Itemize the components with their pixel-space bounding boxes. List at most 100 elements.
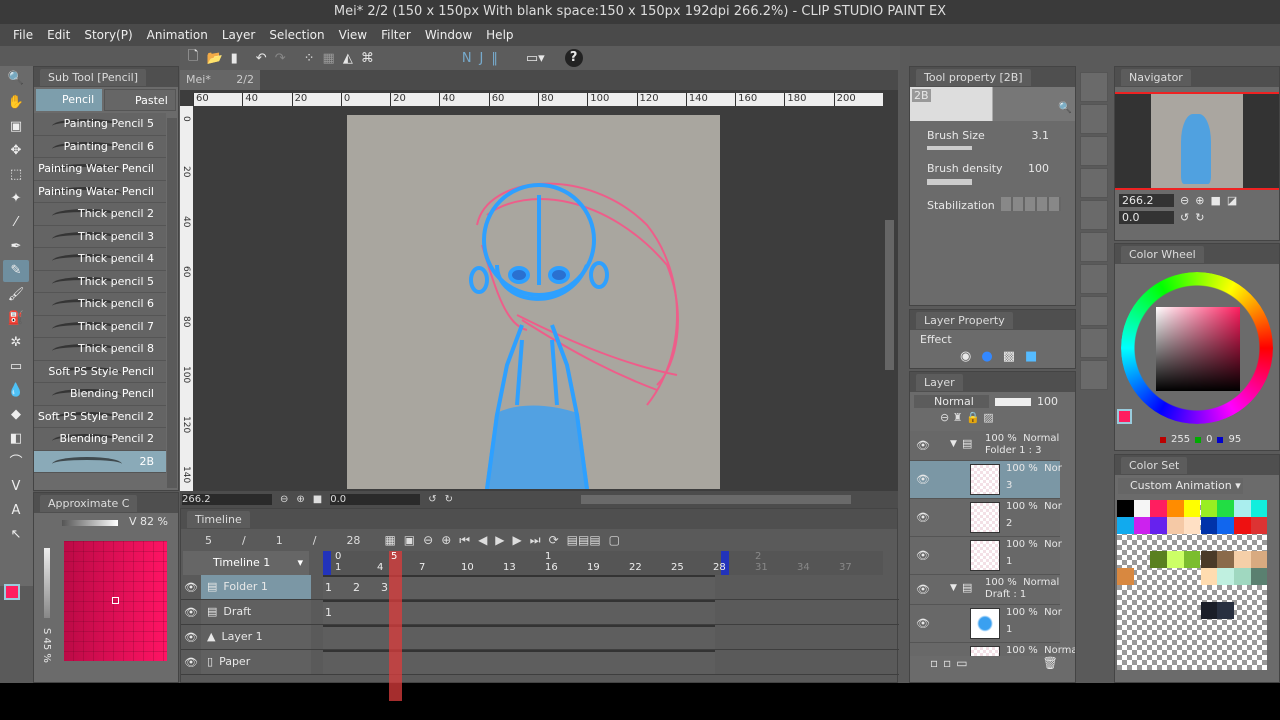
color-swatch[interactable]	[1167, 500, 1184, 517]
text-icon[interactable]: A	[3, 500, 29, 522]
color-icon[interactable]	[1080, 136, 1108, 166]
light-table-icon[interactable]: ▢	[609, 533, 620, 548]
color-swatch[interactable]	[1233, 568, 1251, 585]
selection-icon[interactable]: ⬚	[3, 164, 29, 186]
subtool-item[interactable]: Painting Pencil 6	[34, 135, 166, 158]
tool-property-icon[interactable]	[1080, 72, 1108, 102]
eye-icon[interactable]: 👁	[916, 617, 930, 630]
subtool-item[interactable]: Soft PS Style Pencil 2	[34, 405, 166, 428]
layer-row[interactable]: 👁 100 % Nor 1	[910, 605, 1062, 643]
cel-label[interactable]: 1	[325, 606, 332, 619]
color-swatch[interactable]	[1133, 517, 1151, 534]
saturation-slider[interactable]	[44, 548, 50, 618]
prev-frame-icon[interactable]: ◀	[478, 533, 487, 548]
eye-icon[interactable]: 👁	[181, 656, 201, 669]
layer-folder-row[interactable]: 👁 ▼ ▤ 100 % Normal Folder 1 : 3	[910, 431, 1060, 461]
crop-icon[interactable]: ▦	[323, 51, 335, 66]
subtool-item[interactable]: Blending Pencil	[34, 383, 166, 406]
subtool-scrollbar[interactable]	[167, 118, 177, 488]
new-raster-layer-icon[interactable]: ▫	[930, 656, 943, 670]
brush-density-slider[interactable]	[927, 179, 972, 185]
zoom-icon[interactable]: 🔍	[3, 68, 29, 90]
figure-icon[interactable]: ⌒	[3, 452, 29, 474]
main-color-swatch[interactable]	[4, 584, 20, 600]
menu-animation[interactable]: Animation	[140, 24, 215, 46]
color-swatch[interactable]	[1117, 500, 1134, 517]
color-swatch[interactable]	[1250, 517, 1268, 534]
color-swatch[interactable]	[1150, 551, 1168, 568]
new-folder-icon[interactable]: ▭	[956, 656, 972, 670]
navigator-angle-field[interactable]: 0.0	[1119, 211, 1174, 224]
eye-icon[interactable]: 👁	[916, 439, 930, 452]
save-icon[interactable]: ▮	[231, 51, 238, 66]
color-swatch[interactable]	[1217, 551, 1234, 568]
layer-color-icon[interactable]: ■	[1025, 349, 1037, 364]
move-layer-icon[interactable]: ✥	[3, 140, 29, 162]
canvas-angle-field[interactable]: 0.0	[330, 494, 421, 505]
nav-rotate-left-icon[interactable]: ↺	[1180, 211, 1189, 224]
start-frame-field[interactable]: 1	[276, 534, 283, 547]
airbrush-icon[interactable]: ⛽	[3, 308, 29, 330]
subtool-item[interactable]: Painting Water Pencil	[34, 158, 166, 181]
menu-storyp[interactable]: Story(P)	[77, 24, 139, 46]
color-swatch[interactable]	[1150, 500, 1168, 517]
wheel-main-color[interactable]	[1117, 409, 1132, 424]
nav-rotate-right-icon[interactable]: ↻	[1195, 211, 1204, 224]
rotate-right-icon[interactable]: ↻	[445, 494, 453, 505]
layer-folder-row[interactable]: 👁 ▼ ▤ 100 % Normal Draft : 1	[910, 575, 1060, 605]
vector-icon[interactable]: V	[3, 476, 29, 498]
flip-icon[interactable]: ◪	[1227, 194, 1237, 207]
canvas-hscrollbar[interactable]	[581, 495, 852, 504]
rotate-left-icon[interactable]: ↺	[428, 494, 436, 505]
color-swatch[interactable]	[1217, 517, 1234, 534]
menu-filter[interactable]: Filter	[374, 24, 418, 46]
timeline-select[interactable]: Timeline 1 ▾	[183, 551, 309, 575]
delete-layer-icon[interactable]: 🗑	[1043, 656, 1063, 670]
eye-icon[interactable]: 👁	[916, 583, 930, 596]
menu-file[interactable]: File	[6, 24, 40, 46]
color-swatch[interactable]	[1133, 500, 1151, 517]
canvas-page[interactable]	[347, 115, 720, 489]
color-swatch[interactable]	[1233, 500, 1251, 517]
subtool-item[interactable]: Thick pencil 3	[34, 225, 166, 248]
hand-icon[interactable]: ✋	[3, 92, 29, 114]
tab-pastel[interactable]: Pastel	[104, 89, 176, 111]
timeline-track[interactable]: 👁 ▤ Draft 1	[181, 600, 899, 625]
eye-icon[interactable]: 👁	[916, 511, 930, 524]
current-frame-field[interactable]: 5	[205, 534, 212, 547]
clear-selection-icon[interactable]: ⁘	[304, 51, 315, 66]
color-swatch[interactable]	[1167, 551, 1184, 568]
subtool-item[interactable]: Thick pencil 5	[34, 270, 166, 293]
subtool-item[interactable]: Thick pencil 6	[34, 293, 166, 316]
decoration-icon[interactable]: ✲	[3, 332, 29, 354]
first-frame-icon[interactable]: ⏮	[459, 533, 470, 548]
saturation-value-square[interactable]	[1156, 307, 1240, 391]
playhead[interactable]	[389, 551, 402, 701]
color-swatch[interactable]	[1200, 517, 1218, 534]
timeline-track[interactable]: 👁 ▤ Folder 1 1 2 3	[181, 575, 899, 600]
play-icon[interactable]: ▶	[495, 533, 504, 548]
new-icon[interactable]: 🗋	[188, 47, 198, 69]
eye-icon[interactable]: 👁	[916, 549, 930, 562]
new-animation-folder-icon[interactable]: ▦	[384, 533, 395, 548]
color-swatch[interactable]	[1250, 551, 1268, 568]
subtool-item[interactable]: 2B	[34, 450, 166, 473]
subtool-item[interactable]: Soft PS Style Pencil	[34, 360, 166, 383]
nav-fit-icon[interactable]: ■	[1210, 194, 1220, 207]
layer-row[interactable]: 👁 100 % Nor 2	[910, 499, 1062, 537]
color-swatch[interactable]	[1217, 568, 1234, 585]
open-icon[interactable]: 📂	[206, 51, 222, 66]
canvas-tab[interactable]: Mei* 2/2	[180, 70, 260, 90]
fit-icon[interactable]: ■	[313, 494, 322, 505]
transform-icon[interactable]: ⌘	[361, 51, 374, 66]
eye-icon[interactable]: 👁	[181, 606, 201, 619]
pen-icon[interactable]: ✒	[3, 236, 29, 258]
subtool-item[interactable]: Painting Pencil 5	[34, 113, 166, 136]
tone-icon[interactable]	[1080, 168, 1108, 198]
color-swatch[interactable]	[1200, 500, 1218, 517]
fill-selection-icon[interactable]: ◭	[343, 51, 353, 66]
blend-icon[interactable]: 💧	[3, 380, 29, 402]
menu-window[interactable]: Window	[418, 24, 479, 46]
color-swatch[interactable]	[1183, 500, 1201, 517]
snap-special-ruler-icon[interactable]: J	[480, 51, 484, 66]
